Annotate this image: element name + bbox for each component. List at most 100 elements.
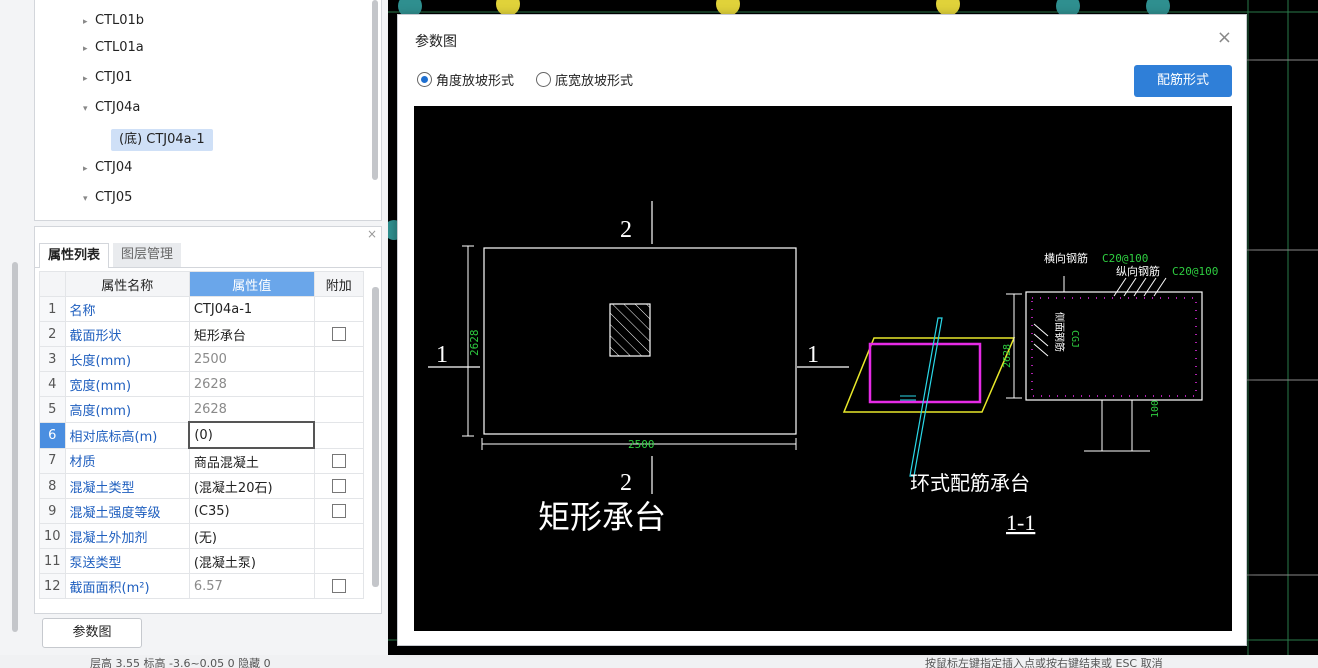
- property-value[interactable]: 2628: [188, 371, 315, 397]
- property-value[interactable]: 2628: [188, 396, 315, 423]
- tree-scrollbar[interactable]: [372, 0, 378, 180]
- left-panel: ▸ CTL01b ▸ CTL01a ▸ CTJ01 ▾ CTJ04a (底) CTJ04…: [0, 0, 388, 655]
- property-value[interactable]: (混凝土泵): [188, 548, 315, 574]
- side-rebar-label: 侧面钢筋: [1053, 312, 1066, 352]
- property-value[interactable]: 6.57: [188, 573, 315, 599]
- property-value[interactable]: (C35): [188, 498, 315, 524]
- property-value[interactable]: (无): [188, 523, 315, 549]
- attach-checkbox[interactable]: [331, 453, 346, 468]
- tree-item-label: CTJ04: [95, 160, 133, 175]
- section-mark-1-left: 1: [436, 342, 448, 368]
- property-name: 混凝土强度等级: [64, 498, 190, 524]
- table-row[interactable]: 5 高度(mm) 2628: [39, 396, 365, 423]
- extra-cell: [313, 371, 365, 397]
- radio-unchecked-icon[interactable]: [536, 72, 551, 87]
- extra-cell: [313, 421, 365, 449]
- table-row[interactable]: 12 截面面积(m²) 6.57: [39, 573, 365, 599]
- extra-cell: [313, 498, 365, 524]
- property-value[interactable]: CTJ04a-1: [188, 296, 315, 322]
- table-row[interactable]: 11 泵送类型 (混凝土泵): [39, 548, 365, 574]
- attach-checkbox[interactable]: [331, 327, 346, 341]
- property-value[interactable]: 商品混凝土: [188, 447, 315, 474]
- row-index: 1: [39, 296, 66, 322]
- row-index: 3: [39, 346, 66, 372]
- extra-cell: [313, 296, 365, 322]
- property-panel: × 属性列表 图层管理 属性名称 属性值 附加 1 名称 CTJ04a-1 2 截面形状…: [34, 226, 382, 614]
- tree-item-label: CTJ04a: [95, 100, 141, 115]
- property-value[interactable]: 2500: [188, 346, 315, 372]
- transverse-rebar-value: C20@100: [1102, 252, 1148, 265]
- property-name: 长度(mm): [64, 346, 190, 372]
- property-name: 截面面积(m²): [64, 573, 190, 599]
- section-mark-2-top: 2: [620, 217, 632, 243]
- header-name: 属性名称: [64, 271, 190, 297]
- tree-item[interactable]: ▸ CTJ01: [83, 67, 132, 89]
- panel-scrollbar[interactable]: [12, 262, 18, 632]
- row-index: 8: [39, 473, 66, 499]
- plan-title: 矩形承台: [538, 499, 666, 535]
- expand-arrow-icon[interactable]: ▸: [83, 158, 95, 180]
- property-name: 混凝土外加剂: [64, 523, 190, 549]
- status-text: 层高 3.55 标高 -3.6~0.05 0 隐藏 0: [90, 657, 271, 668]
- table-row[interactable]: 8 混凝土类型 (混凝土20石): [39, 473, 365, 499]
- property-name: 相对底标高(m): [64, 421, 190, 449]
- tree-item[interactable]: ▸ CTL01a: [83, 37, 144, 59]
- table-row[interactable]: 10 混凝土外加剂 (无): [39, 523, 365, 549]
- table-row[interactable]: 4 宽度(mm) 2628: [39, 371, 365, 397]
- collapse-arrow-icon[interactable]: ▾: [83, 98, 95, 120]
- tree-item-selected[interactable]: (底) CTJ04a-1: [111, 129, 213, 151]
- section-title: 环式配筋承台: [910, 472, 1030, 495]
- property-name: 材质: [64, 447, 190, 474]
- tree-item-label: CTL01a: [95, 40, 144, 55]
- close-icon[interactable]: ×: [367, 227, 377, 241]
- tree-item-label: (底) CTJ04a-1: [119, 132, 205, 147]
- status-hint: 按鼠标左键指定插入点或按右键结束或 ESC 取消: [925, 657, 1163, 668]
- tree-item[interactable]: ▾ CTJ04a: [83, 97, 140, 119]
- table-row[interactable]: 7 材质 商品混凝土: [39, 447, 365, 474]
- property-scrollbar[interactable]: [372, 287, 379, 587]
- property-value[interactable]: 矩形承台: [188, 321, 315, 347]
- close-icon[interactable]: ×: [1217, 27, 1232, 48]
- param-diagram-button[interactable]: 参数图: [42, 618, 142, 648]
- section-view: [1006, 276, 1203, 452]
- tab-property-list[interactable]: 属性列表: [39, 243, 110, 268]
- property-value[interactable]: (混凝土20石): [188, 473, 315, 499]
- radio-slope-angle[interactable]: 角度放坡形式: [417, 72, 514, 92]
- table-row[interactable]: 9 混凝土强度等级 (C35): [39, 498, 365, 524]
- row-index: 9: [39, 498, 66, 524]
- expand-arrow-icon[interactable]: ▸: [83, 11, 95, 33]
- tab-layer-management[interactable]: 图层管理: [113, 243, 182, 267]
- radio-checked-icon[interactable]: [417, 72, 432, 87]
- table-row[interactable]: 1 名称 CTJ04a-1: [39, 296, 365, 322]
- dim-width-label: 2628: [468, 330, 481, 357]
- expand-arrow-icon[interactable]: ▸: [83, 38, 95, 60]
- tree-item[interactable]: ▾ CTJ05: [83, 187, 132, 209]
- property-value[interactable]: (0): [188, 421, 316, 449]
- section-mark-1-right: 1: [807, 342, 819, 368]
- header-index: [39, 271, 66, 297]
- table-row[interactable]: 3 长度(mm) 2500: [39, 346, 365, 372]
- ring-rebar-schematic: [842, 317, 1016, 477]
- radio-slope-width[interactable]: 底宽放坡形式: [536, 72, 633, 92]
- row-index: 2: [39, 321, 66, 347]
- attach-checkbox[interactable]: [331, 479, 346, 493]
- attach-checkbox[interactable]: [331, 504, 346, 518]
- collapse-arrow-icon[interactable]: ▾: [83, 188, 95, 210]
- extra-cell: [313, 548, 365, 574]
- property-name: 泵送类型: [64, 548, 190, 574]
- table-row[interactable]: 2 截面形状 矩形承台: [39, 321, 365, 347]
- component-tree: ▸ CTL01b ▸ CTL01a ▸ CTJ01 ▾ CTJ04a (底) CTJ04…: [34, 0, 382, 221]
- rebar-form-button[interactable]: 配筋形式: [1134, 65, 1232, 97]
- property-name: 高度(mm): [64, 396, 190, 423]
- row-index: 10: [39, 523, 66, 549]
- attach-checkbox[interactable]: [331, 579, 346, 593]
- property-name: 宽度(mm): [64, 371, 190, 397]
- tree-item[interactable]: ▸ CTJ04: [83, 157, 132, 179]
- extra-cell: [313, 573, 365, 599]
- radio-label: 底宽放坡形式: [555, 74, 634, 89]
- param-diagram-dialog: 参数图 × 角度放坡形式 底宽放坡形式 配筋形式 2 2 1 1 2500 26…: [397, 14, 1247, 646]
- table-row[interactable]: 6 相对底标高(m) (0): [39, 421, 365, 449]
- tree-item[interactable]: ▸ CTL01b: [83, 10, 144, 32]
- expand-arrow-icon[interactable]: ▸: [83, 68, 95, 90]
- row-index: 11: [39, 548, 66, 574]
